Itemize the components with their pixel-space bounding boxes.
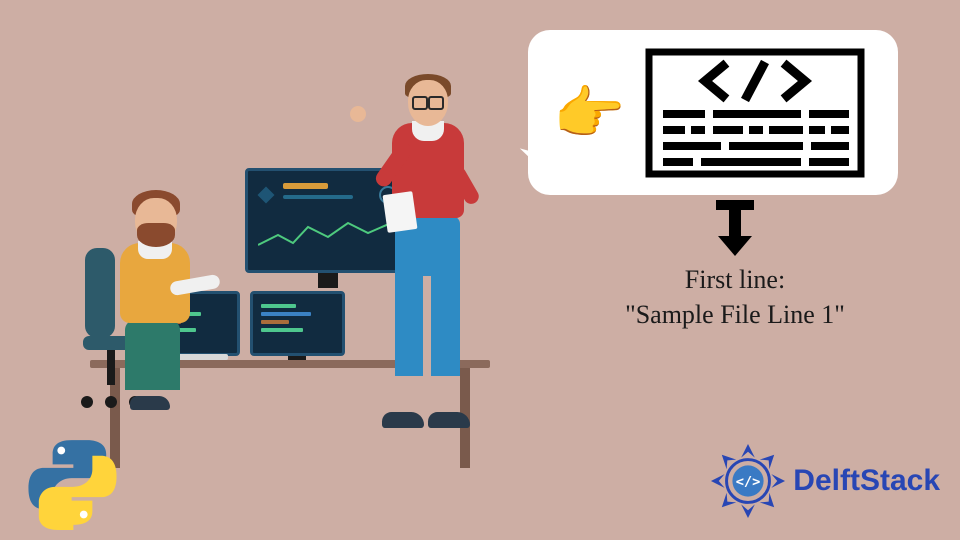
pointing-hand-icon: 👉: [553, 80, 625, 148]
delftstack-logo: </> DelftStack: [709, 442, 940, 520]
right-monitor: [250, 291, 345, 356]
output-label: First line:: [560, 262, 910, 297]
programmers-illustration: [70, 48, 520, 428]
svg-text:</>: </>: [736, 474, 761, 490]
standing-programmer: [350, 58, 490, 428]
seated-programmer: [90, 168, 210, 418]
code-file-icon: [645, 48, 865, 178]
output-value: "Sample File Line 1": [560, 297, 910, 332]
delftstack-wordmark: DelftStack: [793, 464, 940, 498]
arrow-down-icon: [710, 200, 760, 258]
output-text: First line: "Sample File Line 1": [560, 262, 910, 332]
python-logo-icon: [25, 435, 120, 530]
delftstack-mandala-icon: </>: [709, 442, 787, 520]
